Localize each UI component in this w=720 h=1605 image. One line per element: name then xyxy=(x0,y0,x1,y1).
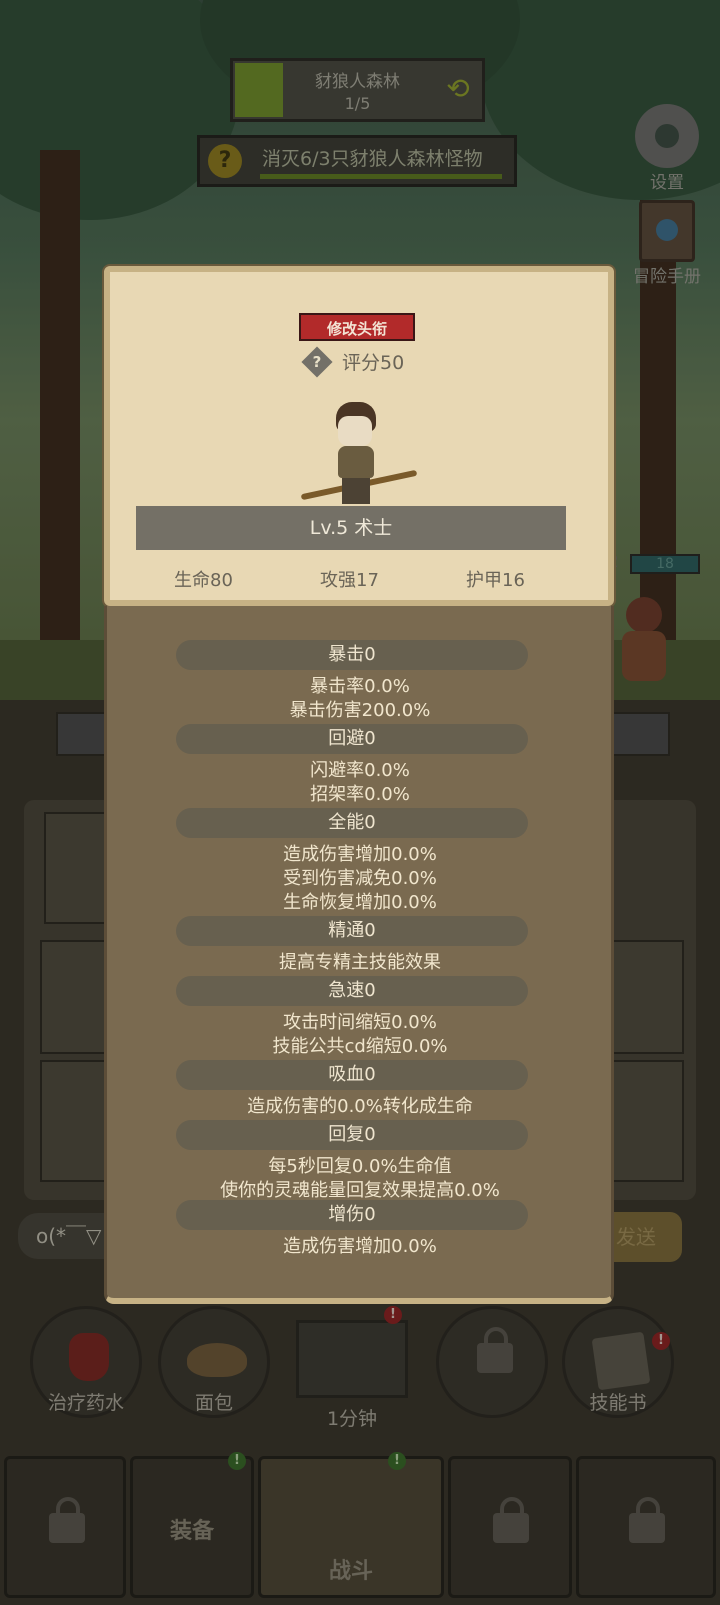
hp-stat: 生命80 xyxy=(174,570,233,591)
attack-stat: 攻强17 xyxy=(320,570,379,591)
stat-line: 技能公共cd缩短0.0% xyxy=(272,1036,448,1057)
stat-line: 造成伤害增加0.0% xyxy=(283,1236,437,1257)
stat-line: 攻击时间缩短0.0% xyxy=(283,1012,437,1033)
stat-line: 受到伤害减免0.0% xyxy=(283,868,437,889)
character-face xyxy=(338,416,372,446)
stat-header: 回避0 xyxy=(176,724,528,754)
score-text: 评分50 xyxy=(342,352,405,374)
character-sprite xyxy=(298,400,428,512)
stat-line: 造成伤害的0.0%转化成生命 xyxy=(247,1096,473,1117)
stat-header: 增伤0 xyxy=(176,1200,528,1230)
stat-line: 生命恢复增加0.0% xyxy=(283,892,437,913)
character-legs xyxy=(342,478,370,504)
stat-header: 回复0 xyxy=(176,1120,528,1150)
stat-line: 招架率0.0% xyxy=(310,784,410,805)
stat-header: 精通0 xyxy=(176,916,528,946)
stat-line: 使你的灵魂能量回复效果提高0.0% xyxy=(220,1180,500,1201)
armor-stat: 护甲16 xyxy=(466,570,525,591)
stat-header: 暴击0 xyxy=(176,640,528,670)
stat-line: 暴击伤害200.0% xyxy=(289,700,431,721)
stat-line: 提高专精主技能效果 xyxy=(279,952,441,973)
stat-line: 造成伤害增加0.0% xyxy=(283,844,437,865)
character-stats-modal: 修改头衔 ? 评分50 Lv.5 术士 生命80 攻强17 护甲16 暴击0 暴… xyxy=(100,260,620,1340)
help-icon[interactable]: ? xyxy=(301,346,333,378)
edit-title-button[interactable]: 修改头衔 xyxy=(299,313,415,341)
stat-header: 急速0 xyxy=(176,976,528,1006)
stat-header: 全能0 xyxy=(176,808,528,838)
character-name: Lv.5 术士 xyxy=(136,506,566,550)
stat-line: 每5秒回复0.0%生命值 xyxy=(268,1156,452,1177)
stat-line: 暴击率0.0% xyxy=(310,676,410,697)
stat-line: 闪避率0.0% xyxy=(310,760,410,781)
character-body xyxy=(338,446,374,478)
stat-header: 吸血0 xyxy=(176,1060,528,1090)
